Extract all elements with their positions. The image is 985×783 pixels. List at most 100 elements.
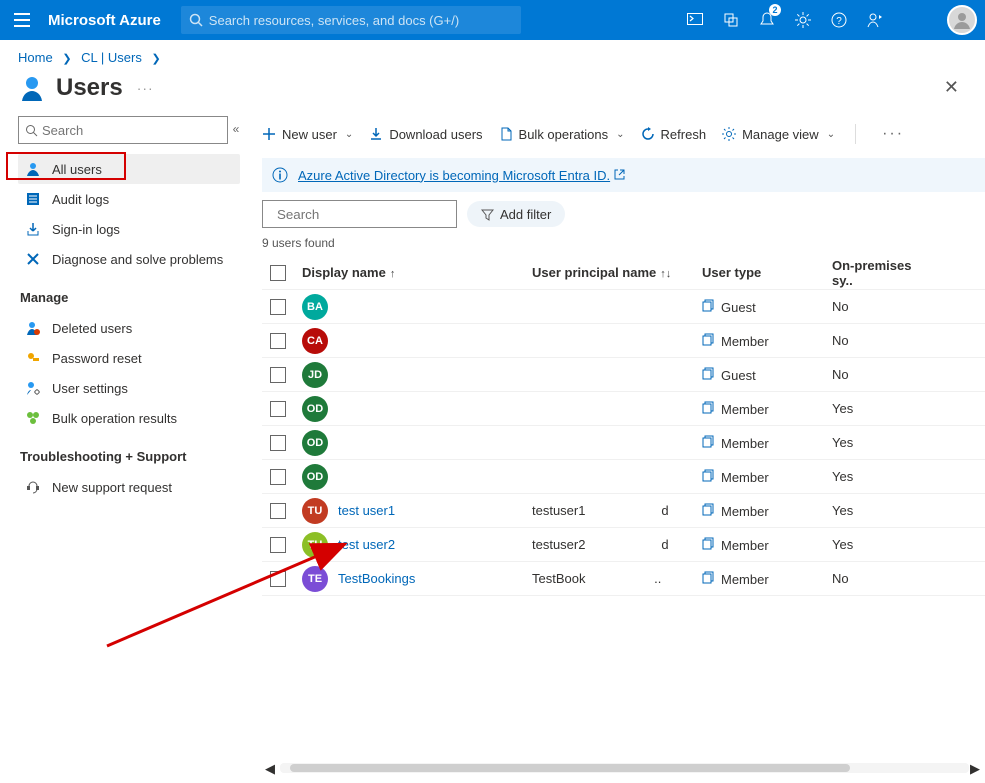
feedback-icon[interactable] [859, 0, 891, 40]
refresh-button[interactable]: Refresh [641, 127, 707, 142]
bulk-label: Bulk operations [519, 127, 609, 142]
scrollbar-thumb[interactable] [290, 764, 850, 772]
page-more-menu[interactable]: ··· [137, 80, 154, 96]
manage-view-button[interactable]: Manage view ⌄ [722, 127, 835, 142]
sidebar-item-deleted-users[interactable]: Deleted users [18, 313, 240, 343]
breadcrumb-service[interactable]: CL | Users [81, 50, 142, 65]
table-row[interactable]: TUtest user1testuser1 dMemberYes [262, 494, 985, 528]
sidebar-item-user-settings[interactable]: User settings [18, 373, 240, 403]
col-header-user-type[interactable]: User type [702, 265, 832, 280]
chevron-right-icon: ❯ [62, 53, 71, 65]
users-table: Display name↑ User principal name↑↓ User… [262, 256, 985, 596]
row-checkbox[interactable] [270, 537, 286, 553]
copy-icon[interactable] [702, 333, 715, 346]
copy-icon[interactable] [702, 537, 715, 550]
sidebar-search[interactable] [18, 116, 228, 144]
sidebar-item-diagnose[interactable]: Diagnose and solve problems [18, 244, 240, 274]
sidebar-item-bulk-results[interactable]: Bulk operation results [18, 403, 240, 433]
copy-icon[interactable] [702, 435, 715, 448]
notification-badge: 2 [769, 4, 781, 16]
account-label[interactable] [895, 0, 931, 40]
more-commands-button[interactable]: ··· [876, 125, 910, 143]
upn-cell: testuser2 d [532, 537, 702, 552]
table-row[interactable]: JDGuestNo [262, 358, 985, 392]
account-avatar[interactable] [947, 5, 977, 35]
onprem-cell: Yes [832, 537, 932, 552]
download-label: Download users [389, 127, 482, 142]
row-checkbox[interactable] [270, 367, 286, 383]
file-icon [499, 127, 513, 141]
scroll-left-button[interactable]: ◀ [264, 763, 276, 775]
table-row[interactable]: ODMemberYes [262, 460, 985, 494]
user-name-link[interactable]: test user1 [338, 503, 395, 518]
sidebar-item-label: Bulk operation results [52, 411, 177, 426]
add-filter-button[interactable]: Add filter [467, 201, 565, 227]
collapse-sidebar-icon[interactable]: « [228, 122, 244, 136]
blade-sidebar: « All users Audit logs Sign-in logs Diag… [0, 116, 250, 783]
brand-label[interactable]: Microsoft Azure [48, 12, 161, 29]
menu-toggle-icon[interactable] [8, 13, 36, 27]
scroll-right-button[interactable]: ▶ [969, 763, 981, 775]
sidebar-item-all-users[interactable]: All users [18, 154, 240, 184]
table-header-row: Display name↑ User principal name↑↓ User… [262, 256, 985, 290]
user-name-link[interactable]: TestBookings [338, 571, 415, 586]
table-row[interactable]: ODMemberYes [262, 426, 985, 460]
notifications-icon[interactable]: 2 [751, 0, 783, 40]
col-header-upn[interactable]: User principal name↑↓ [532, 265, 702, 280]
copy-icon[interactable] [702, 401, 715, 414]
users-icon [18, 74, 46, 102]
info-icon [272, 167, 288, 183]
user-name-link[interactable]: test user2 [338, 537, 395, 552]
row-checkbox[interactable] [270, 435, 286, 451]
onprem-cell: No [832, 571, 932, 586]
row-checkbox[interactable] [270, 299, 286, 315]
settings-icon[interactable] [787, 0, 819, 40]
sidebar-item-label: Deleted users [52, 321, 132, 336]
select-all-checkbox[interactable] [270, 265, 286, 281]
table-row[interactable]: TETestBookingsTestBook ..MemberNo [262, 562, 985, 596]
directories-icon[interactable] [715, 0, 747, 40]
table-search-input[interactable] [277, 207, 454, 222]
copy-icon[interactable] [702, 299, 715, 312]
table-row[interactable]: CAMemberNo [262, 324, 985, 358]
col-header-display-name[interactable]: Display name↑ [302, 265, 532, 280]
help-icon[interactable]: ? [823, 0, 855, 40]
sidebar-item-label: User settings [52, 381, 128, 396]
copy-icon[interactable] [702, 367, 715, 380]
row-checkbox[interactable] [270, 571, 286, 587]
horizontal-scrollbar[interactable] [280, 763, 969, 773]
table-row[interactable]: BAGuestNo [262, 290, 985, 324]
copy-icon[interactable] [702, 469, 715, 482]
sidebar-item-label: Sign-in logs [52, 222, 120, 237]
copy-icon[interactable] [702, 503, 715, 516]
bulk-operations-button[interactable]: Bulk operations ⌄ [499, 127, 625, 142]
download-users-button[interactable]: Download users [369, 127, 482, 142]
cloud-shell-icon[interactable] [679, 0, 711, 40]
sidebar-search-input[interactable] [42, 123, 221, 138]
manage-view-label: Manage view [742, 127, 819, 142]
user-avatar: OD [302, 464, 328, 490]
plus-icon [262, 127, 276, 141]
sidebar-item-password-reset[interactable]: Password reset [18, 343, 240, 373]
table-row[interactable]: TUtest user2testuser2 dMemberYes [262, 528, 985, 562]
chevron-down-icon: ⌄ [827, 129, 835, 140]
close-blade-button[interactable]: ✕ [936, 73, 967, 102]
sidebar-item-support-request[interactable]: New support request [18, 472, 240, 502]
global-search-input[interactable] [209, 13, 513, 28]
global-search[interactable] [181, 6, 521, 34]
breadcrumb-home[interactable]: Home [18, 50, 53, 65]
sidebar-item-signin-logs[interactable]: Sign-in logs [18, 214, 240, 244]
row-checkbox[interactable] [270, 469, 286, 485]
info-banner-link[interactable]: Azure Active Directory is becoming Micro… [298, 168, 610, 183]
col-header-onprem[interactable]: On-premises sy.. [832, 258, 932, 288]
table-search[interactable] [262, 200, 457, 228]
table-row[interactable]: ODMemberYes [262, 392, 985, 426]
new-user-button[interactable]: New user ⌄ [262, 127, 353, 142]
user-type-cell: Member [702, 333, 832, 349]
row-checkbox[interactable] [270, 401, 286, 417]
page-header: Users ··· ✕ [0, 69, 985, 116]
copy-icon[interactable] [702, 571, 715, 584]
row-checkbox[interactable] [270, 333, 286, 349]
row-checkbox[interactable] [270, 503, 286, 519]
sidebar-item-audit-logs[interactable]: Audit logs [18, 184, 240, 214]
